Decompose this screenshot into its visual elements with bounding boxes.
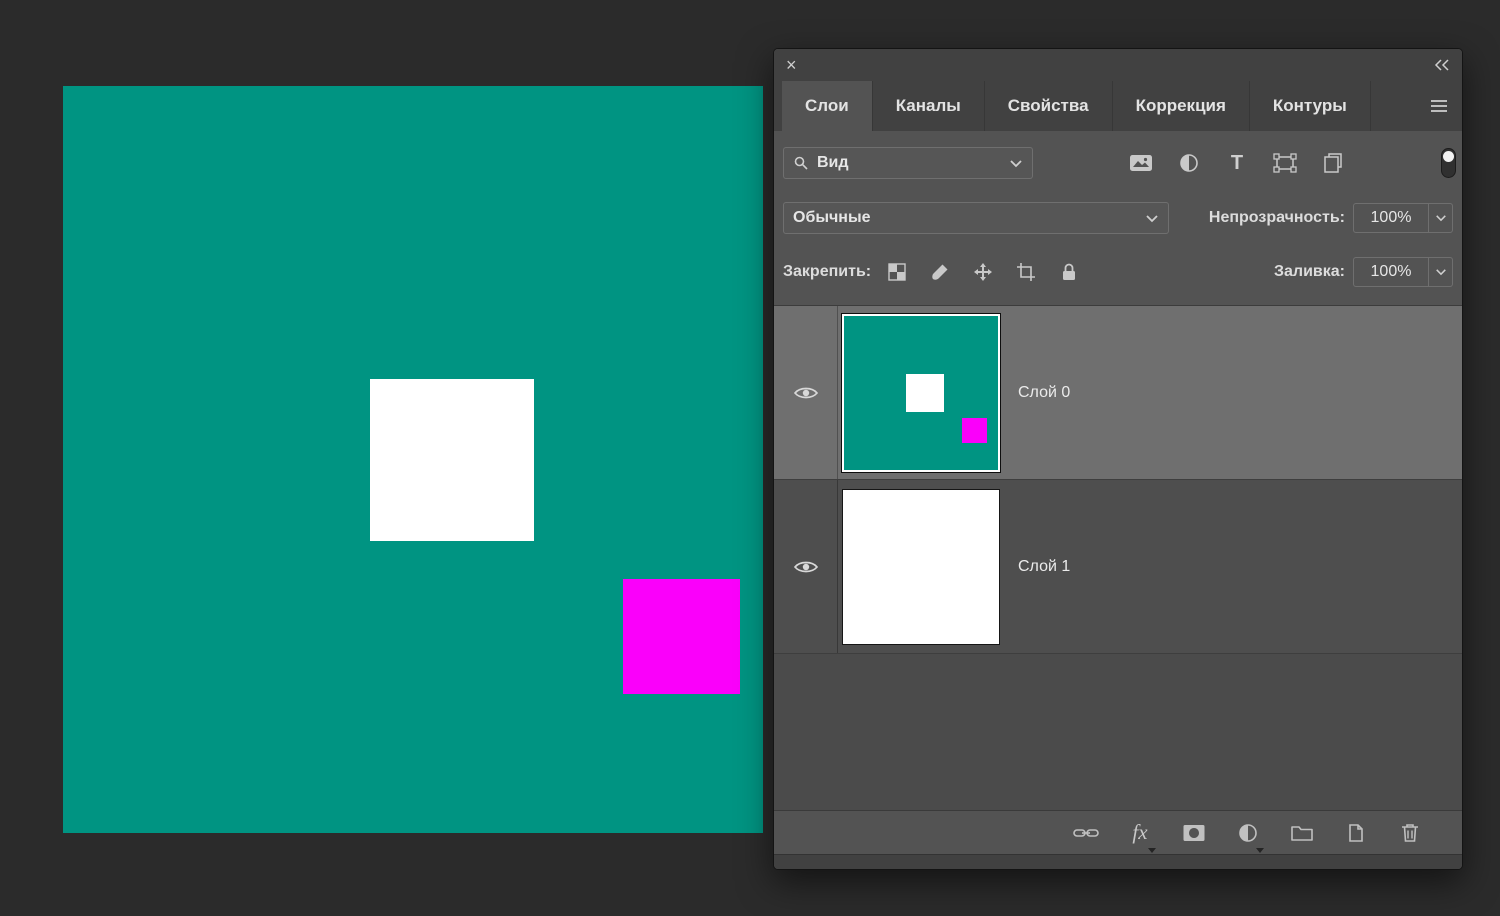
fill-field[interactable]: 100% (1353, 257, 1453, 287)
lock-label: Закрепить: (783, 263, 871, 281)
adjustment-menu-arrow-icon (1256, 848, 1264, 853)
layer-name[interactable]: Слой 0 (1018, 384, 1070, 402)
layer-name[interactable]: Слой 1 (1018, 558, 1070, 576)
toggle-knob (1443, 151, 1454, 162)
layer-filtering-toggle[interactable] (1441, 148, 1456, 178)
lock-artboard-icon[interactable] (1014, 260, 1038, 284)
chevron-down-icon (1009, 159, 1023, 168)
chevron-down-icon[interactable] (1428, 204, 1452, 232)
delete-layer-trash-icon[interactable] (1396, 819, 1424, 847)
layer-row-0[interactable]: Слой 0 (774, 306, 1462, 480)
panel-resize-strip[interactable] (774, 854, 1462, 869)
filter-pixel-layers-icon[interactable] (1129, 151, 1153, 175)
new-group-folder-icon[interactable] (1288, 819, 1316, 847)
collapse-panel-icon[interactable] (1434, 59, 1450, 71)
chevron-down-icon (1145, 214, 1159, 223)
filter-kind-dropdown[interactable]: Вид (783, 147, 1033, 179)
canvas-white-square (370, 379, 534, 541)
layer-list: Слой 0 Слой 1 (774, 305, 1462, 810)
filter-kind-value: Вид (817, 154, 1001, 172)
visibility-eye-icon[interactable] (774, 306, 838, 479)
thumbnail-magenta-square (962, 418, 987, 443)
lock-all-icon[interactable] (1057, 260, 1081, 284)
panel-tab-bar: Слои Каналы Свойства Коррекция Контуры (774, 81, 1462, 131)
layer-thumbnail[interactable] (842, 489, 1000, 645)
opacity-field[interactable]: 100% (1353, 203, 1453, 233)
link-layers-icon[interactable] (1072, 819, 1100, 847)
tab-adjustments[interactable]: Коррекция (1113, 81, 1250, 131)
tab-properties[interactable]: Свойства (985, 81, 1113, 131)
panel-titlebar: × (774, 49, 1462, 81)
thumbnail-white-square (906, 374, 944, 412)
lock-icon-group (885, 260, 1081, 284)
blend-mode-value: Обычные (793, 209, 1137, 227)
fill-label: Заливка: (1274, 263, 1345, 281)
add-layer-mask-icon[interactable] (1180, 819, 1208, 847)
new-adjustment-layer-icon[interactable] (1234, 819, 1262, 847)
layer-filter-row: Вид T (774, 145, 1462, 181)
search-icon (793, 155, 809, 171)
layer-row-1[interactable]: Слой 1 (774, 480, 1462, 654)
lock-transparency-icon[interactable] (885, 260, 909, 284)
fx-menu-arrow-icon (1148, 848, 1156, 853)
blend-opacity-row: Обычные Непрозрачность: 100% (774, 201, 1462, 235)
blend-mode-dropdown[interactable]: Обычные (783, 202, 1169, 234)
new-layer-icon[interactable] (1342, 819, 1370, 847)
layer-style-fx-icon[interactable]: fx (1126, 819, 1154, 847)
tab-paths[interactable]: Контуры (1250, 81, 1371, 131)
lock-fill-row: Закрепить: Заливка: (774, 255, 1462, 289)
layer-thumbnail[interactable] (842, 314, 1000, 472)
panel-bottom-toolbar: fx (774, 810, 1462, 854)
opacity-value: 100% (1354, 204, 1428, 232)
document-canvas[interactable] (63, 86, 763, 833)
panel-menu-icon[interactable] (1430, 99, 1448, 113)
fx-glyph: fx (1132, 820, 1147, 845)
filter-smart-objects-icon[interactable] (1321, 151, 1345, 175)
filter-adjustment-layers-icon[interactable] (1177, 151, 1201, 175)
filter-icon-group: T (1129, 151, 1345, 175)
filter-type-layers-icon[interactable]: T (1225, 151, 1249, 175)
layers-panel: × Слои Каналы Свойства Коррекция Контуры… (773, 48, 1463, 870)
lock-position-move-icon[interactable] (971, 260, 995, 284)
close-icon[interactable]: × (786, 56, 797, 74)
visibility-eye-icon[interactable] (774, 480, 838, 653)
tab-layers[interactable]: Слои (782, 81, 873, 131)
opacity-label: Непрозрачность: (1209, 209, 1345, 227)
tab-channels[interactable]: Каналы (873, 81, 985, 131)
fill-value: 100% (1354, 258, 1428, 286)
filter-shape-layers-icon[interactable] (1273, 151, 1297, 175)
canvas-magenta-square (623, 579, 740, 694)
chevron-down-icon[interactable] (1428, 258, 1452, 286)
lock-pixels-brush-icon[interactable] (928, 260, 952, 284)
